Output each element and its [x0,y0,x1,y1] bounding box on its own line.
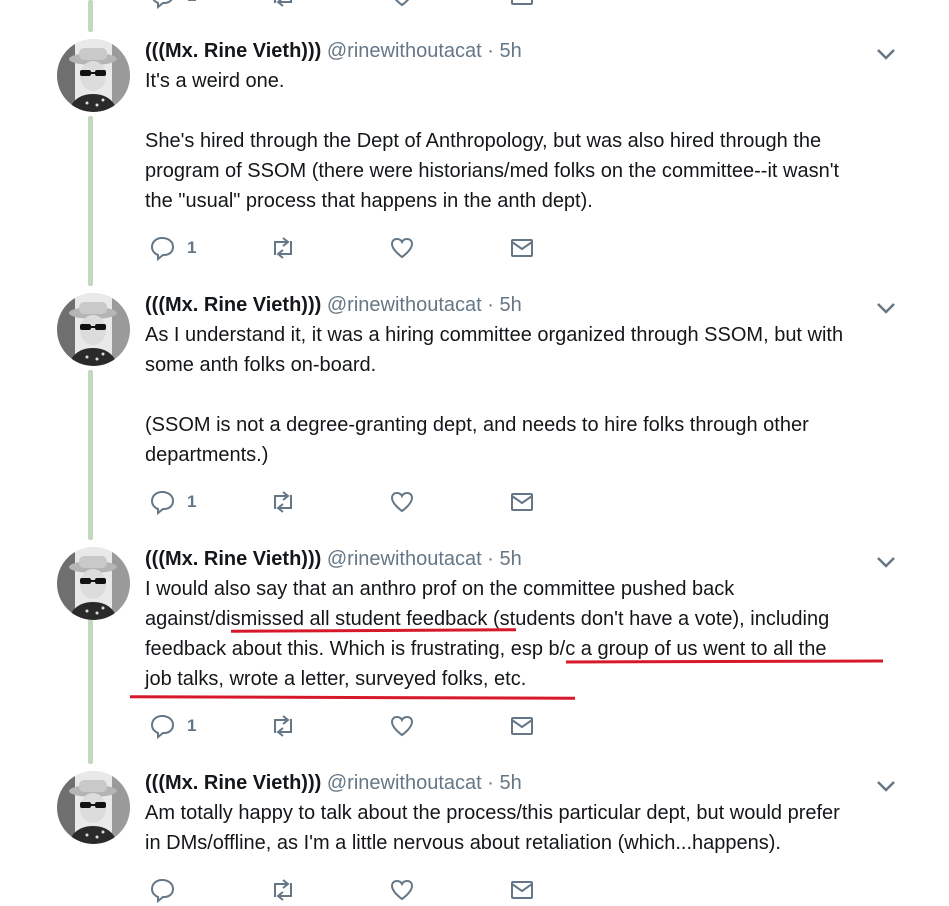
tweet-text: I would also say that an anthro prof on … [145,578,830,690]
like-button[interactable] [389,488,415,516]
like-button[interactable] [389,0,415,10]
timestamp[interactable]: 5h [499,548,521,570]
like-button[interactable] [389,712,415,740]
display-name[interactable]: (((Mx. Rine Vieth))) [145,548,321,570]
tweet-text: As I understand it, it was a hiring comm… [145,324,844,466]
user-handle[interactable]: @rinewithoutacat [327,772,482,794]
heart-icon [390,491,414,513]
reply-icon [150,236,175,261]
timestamp[interactable]: 5h [499,294,521,316]
avatar[interactable] [57,39,130,112]
dm-button[interactable] [509,876,535,904]
user-handle[interactable]: @rinewithoutacat [327,40,482,62]
retweet-icon [274,237,292,259]
user-handle[interactable]: @rinewithoutacat [327,548,482,570]
avatar[interactable] [57,771,130,844]
retweet-icon [274,0,292,7]
tweet-header: (((Mx. Rine Vieth))) @rinewithoutacat · … [145,547,522,571]
annotation-underline [129,695,576,700]
separator-dot: · [487,294,494,316]
reply-icon [150,878,175,903]
avatar-photo [57,39,130,112]
tweet[interactable]: (((Mx. Rine Vieth))) @rinewithoutacat · … [0,291,949,531]
tweet[interactable]: (((Mx. Rine Vieth))) @rinewithoutacat · … [0,545,949,755]
retweet-button[interactable] [269,712,297,740]
tweet-actions: 1 [145,712,565,742]
dm-button[interactable] [509,712,535,740]
tweet-text: Am totally happy to talk about the proce… [145,802,840,854]
separator-dot: · [487,40,494,62]
chevron-down-icon[interactable] [875,300,897,316]
retweet-button[interactable] [269,0,297,10]
retweet-button[interactable] [269,234,297,262]
timestamp[interactable]: 5h [499,772,521,794]
reply-button[interactable]: 1 [149,0,196,10]
heart-icon [390,715,414,737]
reply-count: 1 [187,238,197,257]
retweet-button[interactable] [269,488,297,516]
display-name[interactable]: (((Mx. Rine Vieth))) [145,40,321,62]
dm-button[interactable] [509,234,535,262]
tweet[interactable]: (((Mx. Rine Vieth))) @rinewithoutacat · … [0,769,949,903]
reply-button[interactable]: 1 [149,488,196,516]
thread-line [88,0,93,32]
like-button[interactable] [389,876,415,904]
envelope-icon [511,239,533,257]
reply-icon [150,490,175,515]
timestamp[interactable]: 5h [499,40,521,62]
tweet-header: (((Mx. Rine Vieth))) @rinewithoutacat · … [145,293,522,317]
avatar-photo [57,771,130,844]
reply-count: 1 [187,492,197,511]
envelope-icon [511,881,533,899]
heart-icon [390,237,414,259]
envelope-icon [511,717,533,735]
separator-dot: · [487,772,494,794]
tweet-header: (((Mx. Rine Vieth))) @rinewithoutacat · … [145,39,522,63]
reply-icon [150,714,175,739]
reply-button[interactable]: 1 [149,234,196,262]
display-name[interactable]: (((Mx. Rine Vieth))) [145,772,321,794]
user-handle[interactable]: @rinewithoutacat [327,294,482,316]
envelope-icon [511,493,533,511]
heart-icon [394,0,410,7]
avatar[interactable] [57,547,130,620]
chevron-down-icon[interactable] [875,554,897,570]
dm-button[interactable] [509,0,535,10]
retweet-icon [274,715,292,737]
avatar-photo [57,293,130,366]
avatar-photo [57,547,130,620]
reply-button[interactable] [149,876,187,904]
retweet-icon [274,879,292,901]
heart-icon [390,879,414,901]
retweet-button[interactable] [269,876,297,904]
tweet-actions: 1 [145,234,565,264]
reply-count: 1 [187,716,197,735]
envelope-icon [511,0,533,5]
separator-dot: · [487,548,494,570]
retweet-icon [274,491,292,513]
dm-button[interactable] [509,488,535,516]
display-name[interactable]: (((Mx. Rine Vieth))) [145,294,321,316]
reply-button[interactable]: 1 [149,712,196,740]
chevron-down-icon[interactable] [875,778,897,794]
reply-icon [152,0,173,9]
tweet-actions [145,876,565,906]
chevron-down-icon[interactable] [875,46,897,62]
tweet[interactable]: (((Mx. Rine Vieth))) @rinewithoutacat · … [0,37,949,277]
avatar[interactable] [57,293,130,366]
prev-tweet-actions: 1 [145,0,565,12]
tweet-text: It's a weird one. She's hired through th… [145,70,840,212]
reply-count: 1 [187,0,196,6]
tweet-header: (((Mx. Rine Vieth))) @rinewithoutacat · … [145,771,522,795]
like-button[interactable] [389,234,415,262]
tweet-actions: 1 [145,488,565,518]
